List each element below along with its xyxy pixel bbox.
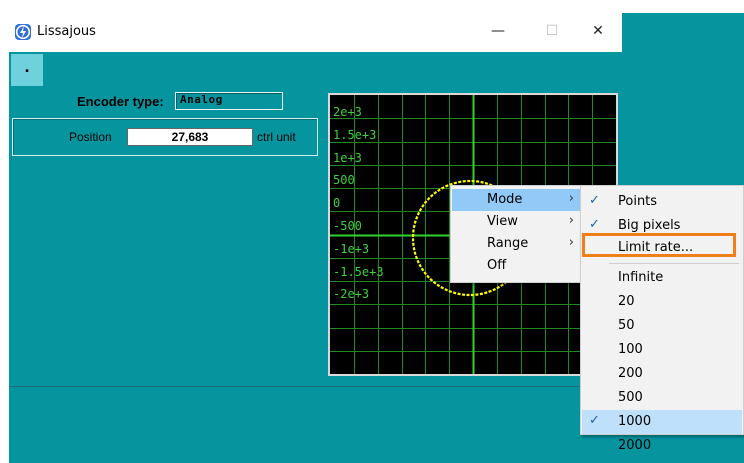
position-field[interactable]: 27,683 (127, 128, 253, 146)
y-tick-label: -1.5e+3 (333, 264, 384, 279)
submenu-item-rate[interactable]: 200 (582, 362, 742, 386)
submenu-item-label: 100 (618, 342, 643, 357)
minimize-button[interactable]: — (475, 13, 521, 52)
position-label: Position (69, 130, 112, 144)
y-tick-label: 500 (333, 173, 355, 188)
submenu-item-label: 20 (618, 294, 635, 309)
menu-item-label: Range (487, 236, 529, 251)
submenu-item-label: 200 (618, 366, 643, 381)
position-unit: ctrl unit (257, 130, 296, 144)
submenu-item-rate[interactable]: ✓ 1000 (582, 410, 742, 434)
title-bar[interactable]: Lissajous — ☐ ✕ (9, 13, 622, 52)
menu-item-view[interactable]: View › (452, 211, 580, 233)
app-logo-icon (15, 24, 31, 40)
checkmark-icon: ✓ (589, 217, 600, 232)
limit-rate-highlight (582, 233, 736, 257)
submenu-item-label: 500 (618, 390, 643, 405)
submenu-item-rate[interactable]: 100 (582, 338, 742, 362)
mode-submenu: ✓ Points ✓ Big pixels Limit rate... Infini… (580, 185, 744, 453)
menu-item-off[interactable]: Off (452, 255, 580, 277)
encoder-type-field: Analog (175, 92, 283, 110)
submenu-item-label: Big pixels (618, 218, 681, 233)
submenu-item-rate[interactable]: 500 (582, 386, 742, 410)
window-title: Lissajous (37, 24, 96, 39)
maximize-icon: ☐ (545, 23, 559, 39)
submenu-item-rate[interactable]: 2000 (582, 434, 742, 458)
submenu-item-label: 2000 (618, 438, 652, 453)
menu-item-label: View (487, 214, 518, 229)
y-tick-label: 1.5e+3 (333, 127, 377, 142)
y-tick-label: 1e+3 (333, 150, 362, 165)
minimize-icon: — (491, 23, 505, 39)
chevron-right-icon: › (568, 213, 574, 228)
y-tick-label: 2e+3 (333, 105, 362, 119)
close-button[interactable]: ✕ (575, 13, 621, 52)
chevron-right-icon: › (568, 191, 574, 206)
submenu-item-label: Points (618, 194, 658, 209)
dot-button[interactable]: . (11, 54, 43, 86)
submenu-item-rate[interactable]: Infinite (582, 266, 742, 290)
checkmark-icon: ✓ (589, 413, 600, 428)
submenu-separator (609, 263, 739, 264)
maximize-button[interactable]: ☐ (529, 13, 575, 52)
menu-item-label: Mode (487, 192, 523, 207)
chevron-right-icon: › (568, 235, 574, 250)
y-tick-label: -1e+3 (333, 241, 370, 256)
menu-item-label: Off (487, 258, 507, 273)
submenu-item-rate[interactable]: 50 (582, 314, 742, 338)
close-icon: ✕ (592, 23, 604, 39)
app-icon (15, 24, 31, 40)
y-tick-label: 0 (333, 196, 341, 211)
submenu-item-label: Infinite (618, 270, 664, 285)
context-menu: Mode › View › Range › Off (450, 185, 582, 283)
checkmark-icon: ✓ (589, 193, 600, 208)
submenu-item-label: 1000 (618, 414, 652, 429)
y-tick-label: -500 (333, 219, 362, 233)
menu-item-range[interactable]: Range › (452, 233, 580, 255)
position-group: Position 27,683 ctrl unit (12, 118, 318, 156)
submenu-item-points[interactable]: ✓ Points (582, 190, 742, 214)
window-bottom-edge (9, 386, 622, 387)
menu-item-mode[interactable]: Mode › (452, 189, 580, 211)
dot-button-label: . (24, 60, 30, 76)
encoder-type-value: Analog (180, 93, 223, 106)
encoder-type-label: Encoder type: (77, 94, 164, 109)
submenu-item-label: 50 (618, 318, 635, 333)
position-value: 27,683 (171, 130, 209, 144)
y-tick-label: -2e+3 (333, 287, 370, 302)
submenu-item-rate[interactable]: 20 (582, 290, 742, 314)
